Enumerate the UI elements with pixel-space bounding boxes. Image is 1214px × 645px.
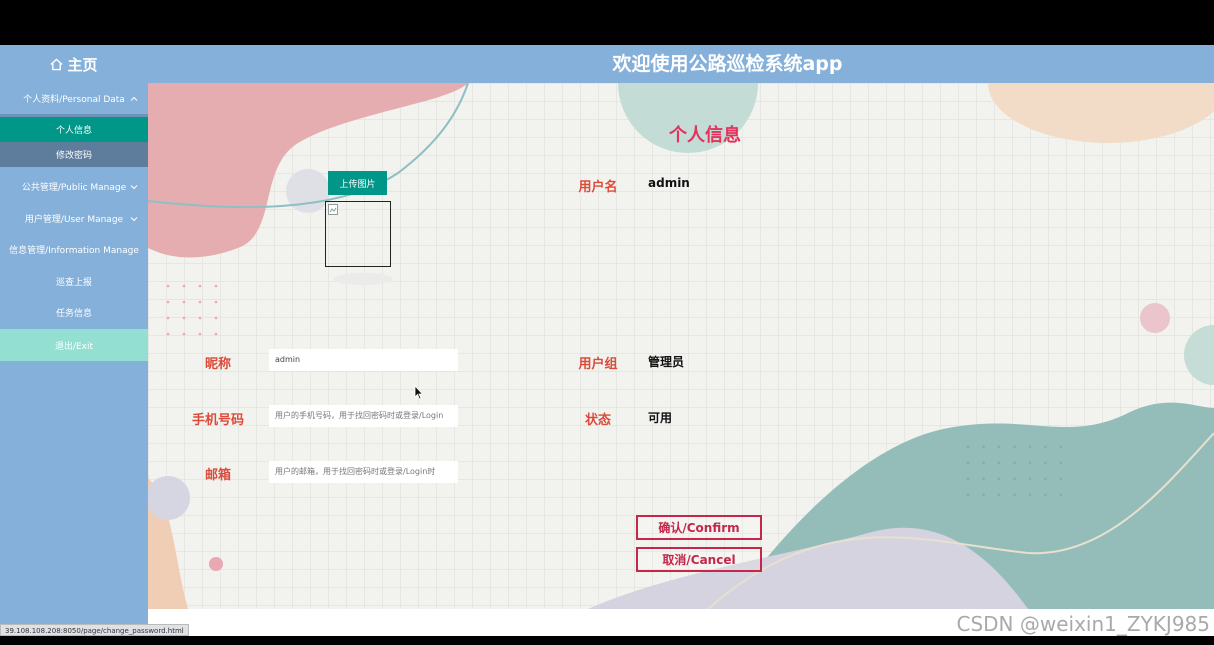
home-icon bbox=[50, 57, 64, 70]
sidebar-group-personal-data[interactable]: 个人资料/Personal Data bbox=[0, 83, 148, 114]
username-label: 用户名 bbox=[578, 180, 618, 195]
upload-image-button[interactable]: 上传图片 bbox=[328, 171, 387, 195]
home-link[interactable]: 主页 bbox=[0, 45, 148, 83]
sidebar-group-label: 信息管理/Information Manage bbox=[9, 246, 139, 256]
avatar-image bbox=[325, 201, 391, 267]
chevron-down-icon bbox=[130, 216, 138, 221]
top-header: 主页 欢迎使用公路巡检系统app bbox=[0, 45, 1214, 83]
sidebar-item-label: 巡查上报 bbox=[55, 278, 92, 288]
status-value: 可用 bbox=[648, 411, 673, 425]
sidebar-group-public-manage[interactable]: 公共管理/Public Manage bbox=[0, 171, 148, 202]
sidebar-item-label: 任务信息 bbox=[55, 309, 92, 319]
chevron-down-icon bbox=[130, 184, 138, 189]
sidebar-group-label: 用户管理/User Manage bbox=[24, 215, 124, 225]
browser-bottom-bar bbox=[0, 636, 1214, 645]
confirm-button[interactable]: 确认/Confirm bbox=[636, 515, 762, 540]
sidebar-group-label: 个人资料/Personal Data bbox=[23, 95, 125, 105]
browser-top-bar bbox=[0, 0, 1214, 45]
broken-image-icon bbox=[328, 204, 338, 215]
sidebar-item-label: 修改密码 bbox=[55, 151, 92, 161]
sidebar-item-change-password[interactable]: 修改密码 bbox=[0, 142, 148, 167]
status-label: 状态 bbox=[584, 413, 611, 428]
sidebar-item-inspection-report[interactable]: 巡查上报 bbox=[0, 266, 148, 297]
nickname-input[interactable]: admin bbox=[269, 349, 458, 371]
mouse-cursor-icon bbox=[414, 385, 424, 400]
app-title: 欢迎使用公路巡检系统app bbox=[612, 53, 843, 75]
sidebar-item-task-info[interactable]: 任务信息 bbox=[0, 297, 148, 328]
usergroup-label: 用户组 bbox=[578, 357, 618, 372]
sidebar-group-label: 公共管理/Public Manage bbox=[21, 183, 127, 193]
email-label: 邮箱 bbox=[204, 468, 231, 483]
cancel-button[interactable]: 取消/Cancel bbox=[636, 547, 762, 572]
sidebar-group-information-manage[interactable]: 信息管理/Information Manage bbox=[0, 234, 148, 265]
page-title: 个人信息 bbox=[669, 125, 741, 146]
sidebar: 个人资料/Personal Data 个人信息 修改密码 公共管理/Public… bbox=[0, 83, 148, 645]
usergroup-value: 管理员 bbox=[648, 355, 685, 369]
phone-input[interactable]: 用户的手机号码，用于找回密码时或登录/Login bbox=[269, 405, 458, 427]
sidebar-item-personal-info[interactable]: 个人信息 bbox=[0, 117, 148, 142]
sidebar-group-user-manage[interactable]: 用户管理/User Manage bbox=[0, 203, 148, 234]
sidebar-item-exit[interactable]: 退出/Exit bbox=[0, 329, 148, 361]
email-input[interactable]: 用户的邮箱，用于找回密码时或登录/Login时 bbox=[269, 461, 458, 483]
main-content: 个人信息 上传图片 用户名 admin 昵称 admin 用户组 管理员 手机号… bbox=[148, 83, 1214, 609]
sidebar-item-label: 退出/Exit bbox=[54, 341, 94, 352]
status-bar-url: 39.108.108.208:8050/page/change_password… bbox=[0, 624, 189, 636]
watermark: CSDN @weixin1_ZYKJ985 bbox=[956, 612, 1211, 636]
phone-label: 手机号码 bbox=[191, 413, 244, 428]
username-value: admin bbox=[648, 176, 690, 190]
home-label: 主页 bbox=[67, 55, 98, 74]
chevron-up-icon bbox=[130, 96, 138, 101]
nickname-label: 昵称 bbox=[204, 357, 231, 372]
sidebar-item-label: 个人信息 bbox=[55, 126, 92, 136]
